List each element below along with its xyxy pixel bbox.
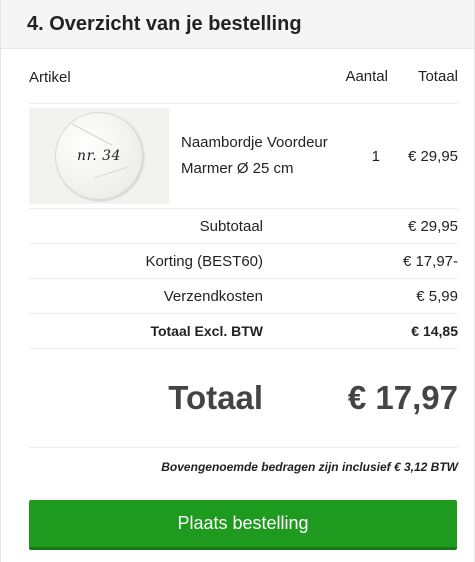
table-row: nr. 34 Naambordje Voordeur Marmer Ø 25 c… [29,104,458,209]
column-header-total: Totaal [417,67,458,85]
product-quantity: 1 [371,147,380,165]
subtotal-label: Subtotaal [199,217,263,235]
total-excl-vat-label: Totaal Excl. BTW [150,323,263,339]
shipping-value: € 5,99 [416,287,458,305]
shipping-row: Verzendkosten € 5,99 [29,279,458,314]
discount-row: Korting (BEST60) € 17,97- [29,244,458,279]
marble-vein [71,123,113,146]
total-excl-vat-value: € 14,85 [411,323,458,339]
order-summary-panel: 4. Overzicht van je bestelling Artikel A… [0,0,475,562]
grand-total-label: Totaal [168,379,263,416]
subtotal-value: € 29,95 [407,217,458,235]
nameplate-text: nr. 34 [77,148,121,164]
marble-vein [93,166,129,179]
discount-value: € 17,97- [402,252,458,270]
subtotal-row: Subtotaal € 29,95 [29,209,458,244]
grand-total-value: € 17,97 [347,379,458,416]
marble-nameplate-image: nr. 34 [55,112,143,200]
product-total: € 29,95 [407,147,458,165]
product-name-line1: Naambordje Voordeur [181,134,328,151]
product-image[interactable]: nr. 34 [29,108,169,204]
place-order-button[interactable]: Plaats bestelling [29,500,457,550]
product-name-line2: Marmer Ø 25 cm [181,160,294,177]
column-header-article: Artikel [29,68,71,86]
column-header-quantity: Aantal [345,67,388,85]
section-title: 4. Overzicht van je bestelling [27,12,302,35]
vat-note: Bovengenoemde bedragen zijn inclusief € … [161,460,458,474]
grand-total-row: Totaal € 17,97 [29,349,458,448]
product-name[interactable]: Naambordje Voordeur Marmer Ø 25 cm [169,130,330,182]
total-excl-vat-row: Totaal Excl. BTW € 14,85 [29,314,458,349]
table-header: Artikel Aantal Totaal [29,49,458,104]
discount-label: Korting (BEST60) [145,252,263,270]
order-content: Artikel Aantal Totaal nr. 34 Naambordje … [1,49,474,486]
shipping-label: Verzendkosten [163,287,263,305]
section-header: 4. Overzicht van je bestelling [1,0,474,49]
